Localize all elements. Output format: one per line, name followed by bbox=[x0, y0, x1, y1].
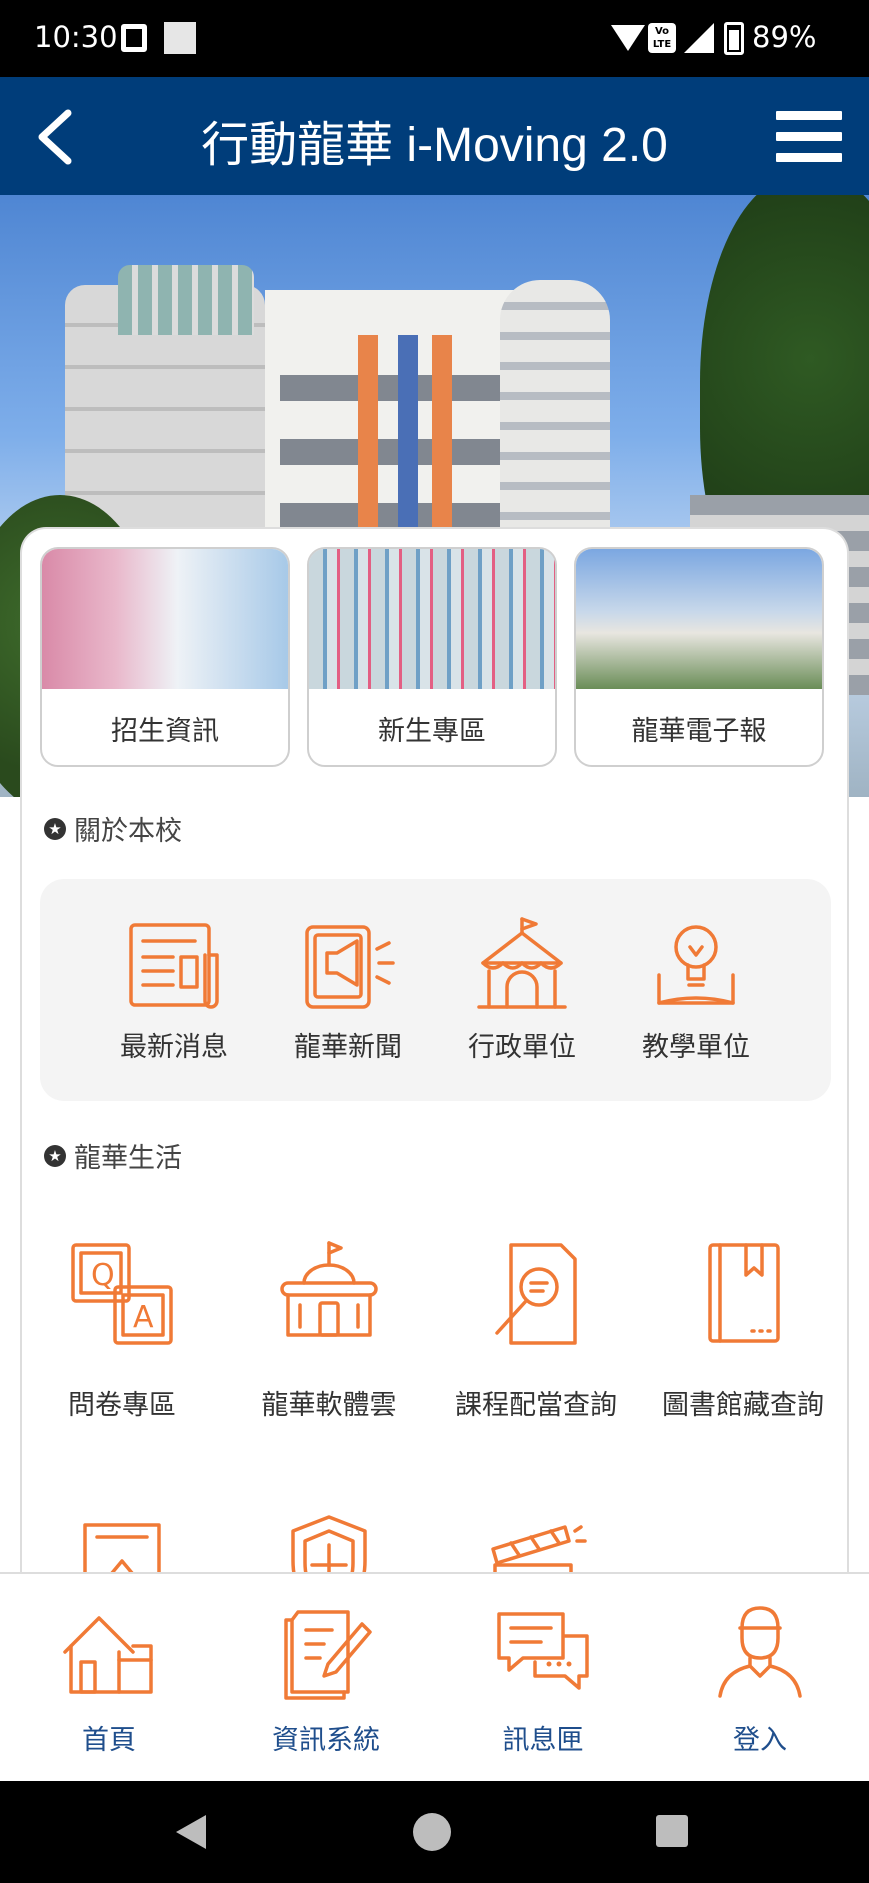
quick-link-newsletter[interactable]: 龍華電子報 bbox=[574, 547, 824, 767]
svg-text:A: A bbox=[133, 1300, 154, 1335]
system-nav-bar bbox=[0, 1781, 869, 1883]
system-home-icon[interactable] bbox=[413, 1813, 451, 1851]
menu-item-survey[interactable]: Q A 問卷專區 bbox=[22, 1239, 222, 1422]
signal-icon bbox=[684, 23, 714, 53]
menu-item-teaching-units[interactable]: 教學單位 bbox=[616, 915, 776, 1064]
bottom-nav: 首頁 資訊系統 訊息匣 登入 bbox=[0, 1572, 869, 1781]
nav-label: 首頁 bbox=[82, 1725, 136, 1756]
nav-home[interactable]: 首頁 bbox=[9, 1602, 209, 1757]
system-recents-icon[interactable] bbox=[656, 1815, 688, 1847]
about-menu: 最新消息 龍華新聞 行政單位 教學單位 bbox=[40, 879, 831, 1101]
quick-link-label: 龍華電子報 bbox=[631, 716, 767, 747]
menu-item-admin-units[interactable]: 行政單位 bbox=[442, 915, 602, 1064]
section-heading-about: ★ 關於本校 bbox=[44, 809, 182, 848]
megaphone-icon bbox=[305, 925, 395, 1009]
nav-inbox[interactable]: 訊息匣 bbox=[443, 1602, 643, 1757]
hamburger-menu-icon bbox=[776, 111, 842, 120]
section-heading-text: 關於本校 bbox=[74, 816, 182, 847]
newsletter-thumbnail bbox=[576, 549, 822, 689]
tent-icon bbox=[477, 917, 567, 1009]
menu-item-news[interactable]: 最新消息 bbox=[94, 915, 254, 1064]
menu-item-label: 教學單位 bbox=[642, 1032, 750, 1063]
menu-item-label: 龍華軟體雲 bbox=[261, 1390, 397, 1421]
section-heading-text: 龍華生活 bbox=[74, 1143, 182, 1174]
menu-item-partial-2[interactable] bbox=[229, 1509, 429, 1577]
news-icon bbox=[129, 923, 219, 1009]
lightbulb-book-icon bbox=[657, 925, 735, 1005]
menu-item-label: 課程配當查詢 bbox=[455, 1390, 617, 1421]
menu-item-label: 行政單位 bbox=[468, 1032, 576, 1063]
menu-item-label: 問卷專區 bbox=[68, 1390, 176, 1421]
school-icon bbox=[280, 1241, 378, 1337]
freshmen-thumbnail bbox=[309, 549, 555, 689]
menu-item-software-cloud[interactable]: 龍華軟體雲 bbox=[229, 1239, 429, 1422]
nav-label: 資訊系統 bbox=[272, 1725, 380, 1756]
admissions-thumbnail bbox=[42, 549, 288, 689]
menu-item-lhu-news[interactable]: 龍華新聞 bbox=[268, 915, 428, 1064]
star-icon: ★ bbox=[44, 1144, 66, 1167]
home-icon bbox=[63, 1616, 153, 1694]
book-icon bbox=[708, 1243, 780, 1343]
menu-item-partial-1[interactable] bbox=[22, 1509, 222, 1577]
menu-item-library-search[interactable]: 圖書館藏查詢 bbox=[643, 1239, 843, 1422]
clapperboard-icon bbox=[491, 1525, 587, 1577]
app-header: 行動龍華 i-Moving 2.0 bbox=[0, 77, 869, 195]
shield-icon bbox=[291, 1515, 367, 1577]
page-title: 行動龍華 i-Moving 2.0 bbox=[201, 119, 668, 172]
battery-percent: 89% bbox=[752, 20, 817, 54]
menu-item-label: 圖書館藏查詢 bbox=[662, 1390, 824, 1421]
nav-info-systems[interactable]: 資訊系統 bbox=[226, 1602, 426, 1757]
wifi-icon bbox=[611, 25, 645, 51]
system-back-icon[interactable] bbox=[176, 1815, 206, 1849]
qa-icon: Q A bbox=[71, 1243, 173, 1345]
nav-label: 訊息匣 bbox=[502, 1725, 584, 1756]
quick-link-label: 新生專區 bbox=[378, 716, 486, 747]
user-icon bbox=[718, 1606, 802, 1698]
edit-document-icon bbox=[284, 1610, 372, 1700]
nav-label: 登入 bbox=[733, 1725, 787, 1756]
status-time: 10:30 bbox=[34, 20, 118, 54]
chat-bubbles-icon bbox=[497, 1612, 589, 1690]
menu-item-course-query[interactable]: 課程配當查詢 bbox=[436, 1239, 636, 1422]
notification-icon bbox=[121, 24, 147, 52]
volte-icon: Vo LTE bbox=[648, 23, 676, 53]
menu-button[interactable] bbox=[776, 111, 842, 163]
svg-text:Q: Q bbox=[91, 1258, 115, 1293]
quick-link-freshmen[interactable]: 新生專區 bbox=[307, 547, 557, 767]
star-icon: ★ bbox=[44, 817, 66, 840]
nav-login[interactable]: 登入 bbox=[660, 1602, 860, 1757]
menu-item-label: 最新消息 bbox=[120, 1032, 228, 1063]
menu-item-label: 龍華新聞 bbox=[294, 1032, 402, 1063]
status-bar: 10:30 Vo LTE 89% bbox=[0, 0, 869, 77]
content-card: 招生資訊 新生專區 龍華電子報 ★ 關於本校 最新消息 龍華新聞 行政單位 教學… bbox=[20, 527, 849, 1577]
battery-icon bbox=[724, 22, 744, 55]
quick-link-label: 招生資訊 bbox=[111, 716, 219, 747]
document-search-icon bbox=[495, 1243, 577, 1345]
notification-icon-2 bbox=[164, 22, 196, 54]
section-heading-life: ★ 龍華生活 bbox=[44, 1136, 182, 1175]
certificate-icon bbox=[83, 1523, 161, 1577]
quick-link-admissions[interactable]: 招生資訊 bbox=[40, 547, 290, 767]
menu-item-partial-3[interactable] bbox=[436, 1509, 636, 1577]
